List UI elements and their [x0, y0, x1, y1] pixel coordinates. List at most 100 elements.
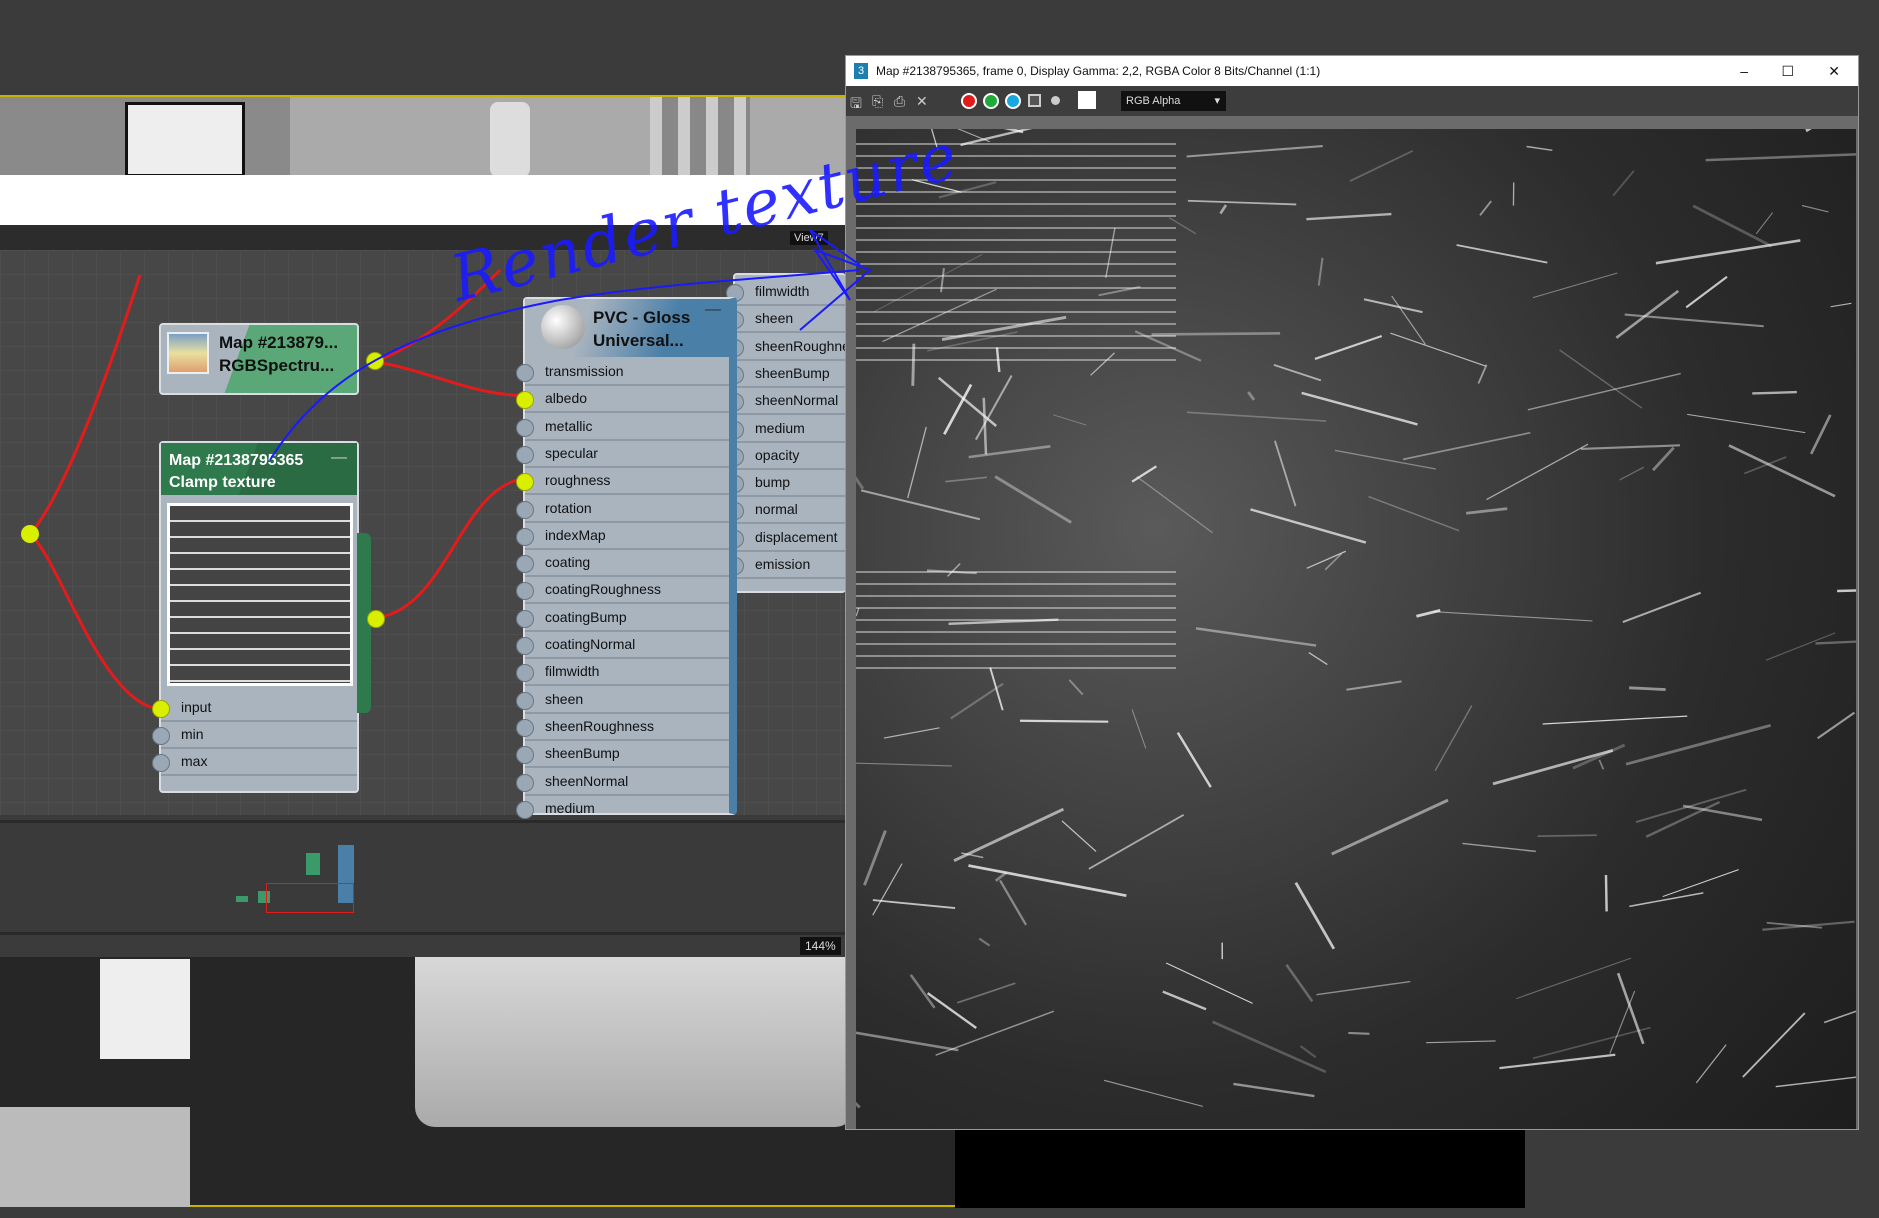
- socket[interactable]: [516, 664, 534, 683]
- clear-icon[interactable]: ✕: [916, 93, 928, 110]
- navigator-viewport-rect[interactable]: [266, 883, 354, 913]
- blue-channel-toggle[interactable]: [1005, 93, 1021, 109]
- scratch: [978, 937, 991, 947]
- socket[interactable]: [516, 746, 534, 765]
- input-row: medium: [726, 416, 846, 443]
- input-row: sheen: [726, 306, 846, 334]
- socket[interactable]: [516, 691, 534, 710]
- node-pvc-right-column[interactable]: filmwidth sheen sheenRoughne sheenBump sheen…: [726, 273, 850, 593]
- save-icon[interactable]: 🖫: [850, 93, 862, 117]
- scratch: [1131, 709, 1147, 749]
- input-row: roughness: [516, 468, 729, 496]
- node-subtitle: RGBSpectru...: [219, 356, 335, 375]
- socket[interactable]: [516, 637, 534, 655]
- scratch: [1830, 302, 1852, 308]
- viewport-bottom[interactable]: [0, 957, 955, 1207]
- socket[interactable]: [516, 445, 534, 464]
- socket[interactable]: [516, 500, 534, 519]
- scratch: [1629, 686, 1666, 691]
- scratch: [1755, 212, 1774, 235]
- scratch: [1462, 842, 1536, 853]
- input-label: coatingNormal: [545, 636, 636, 652]
- scratch: [860, 489, 981, 521]
- scratch: [1176, 731, 1212, 788]
- copy-icon[interactable]: ⎘: [872, 93, 883, 110]
- scene-shelf: [0, 1107, 190, 1207]
- scratch: [872, 899, 956, 909]
- socket[interactable]: [516, 773, 534, 792]
- navigator-panel[interactable]: [0, 820, 846, 935]
- collapse-button[interactable]: —: [331, 449, 347, 467]
- node-pvc-gloss[interactable]: PVC - Gloss Universal... — transmission a…: [516, 297, 737, 823]
- background-color-swatch[interactable]: [1078, 91, 1096, 109]
- input-row: input: [152, 695, 357, 722]
- input-row: coatingBump: [516, 605, 729, 632]
- alpha-channel-toggle[interactable]: [1028, 94, 1041, 107]
- red-channel-toggle[interactable]: [961, 93, 977, 109]
- scratch: [1809, 414, 1832, 455]
- mono-toggle[interactable]: [1051, 96, 1060, 105]
- scratch: [1486, 443, 1589, 501]
- socket[interactable]: [516, 800, 534, 819]
- scratch: [1334, 449, 1436, 470]
- scratch: [989, 667, 1004, 711]
- node-rgb-spectrum[interactable]: Map #213879... RGBSpectru...: [159, 323, 384, 395]
- scratch: [956, 982, 1016, 1004]
- socket[interactable]: [516, 473, 534, 492]
- input-label: sheenRoughness: [545, 717, 654, 734]
- scratch: [1306, 212, 1392, 221]
- scratch: [1349, 150, 1414, 182]
- print-icon[interactable]: ⎙: [894, 93, 905, 110]
- scratch: [1061, 820, 1097, 852]
- socket[interactable]: [152, 700, 170, 718]
- socket[interactable]: [152, 754, 170, 772]
- window-title: Map #2138795365, frame 0, Display Gamma:…: [876, 64, 1321, 78]
- scratch: [1532, 1026, 1651, 1060]
- input-row: metallic: [516, 414, 729, 441]
- input-label: bump: [755, 474, 791, 491]
- scratch: [1348, 1031, 1370, 1035]
- mini-node: [236, 896, 248, 902]
- scratch: [1619, 466, 1644, 481]
- zoom-level[interactable]: 144%: [800, 937, 841, 955]
- scratch: [1695, 1044, 1727, 1084]
- scratch: [1823, 1010, 1856, 1024]
- scratch: [1426, 1040, 1496, 1044]
- socket[interactable]: [516, 609, 534, 628]
- output-socket[interactable]: [367, 610, 385, 628]
- node-clamp[interactable]: Map #2138795365 Clamp texture — input mi…: [152, 441, 385, 793]
- socket[interactable]: [516, 527, 534, 546]
- maximize-button[interactable]: ☐: [1781, 56, 1794, 86]
- socket[interactable]: [516, 555, 534, 574]
- input-label: sheen: [545, 690, 584, 707]
- output-socket[interactable]: [366, 352, 384, 370]
- scratch: [1390, 332, 1486, 367]
- socket[interactable]: [516, 418, 534, 437]
- green-channel-toggle[interactable]: [983, 93, 999, 109]
- channel-dropdown[interactable]: RGB Alpha ▾: [1121, 91, 1226, 111]
- input-label: metallic: [545, 417, 593, 434]
- scratch: [1299, 1045, 1317, 1059]
- scratch: [1662, 869, 1739, 898]
- scratch: [1692, 204, 1773, 248]
- collapse-button[interactable]: —: [705, 301, 721, 319]
- input-label: albedo: [545, 390, 588, 407]
- scratch: [1314, 334, 1383, 361]
- socket[interactable]: [516, 391, 534, 410]
- scratch-texture: [856, 129, 1856, 1109]
- socket[interactable]: [152, 727, 170, 745]
- input-label: specular: [545, 444, 598, 461]
- map-preview-window[interactable]: 3 Map #2138795365, frame 0, Display Gamm…: [845, 55, 1859, 1130]
- input-row: rotation: [516, 496, 729, 523]
- scratch: [1294, 882, 1336, 950]
- minimize-button[interactable]: –: [1740, 56, 1748, 86]
- socket[interactable]: [516, 718, 534, 737]
- socket[interactable]: [516, 582, 534, 601]
- scratch: [994, 871, 1008, 882]
- scratch: [1542, 715, 1688, 725]
- input-row: sheenRoughness: [516, 714, 729, 741]
- socket[interactable]: [516, 364, 534, 382]
- input-label: indexMap: [545, 526, 606, 543]
- close-button[interactable]: ✕: [1828, 56, 1840, 86]
- title-bar[interactable]: 3 Map #2138795365, frame 0, Display Gamm…: [846, 56, 1858, 86]
